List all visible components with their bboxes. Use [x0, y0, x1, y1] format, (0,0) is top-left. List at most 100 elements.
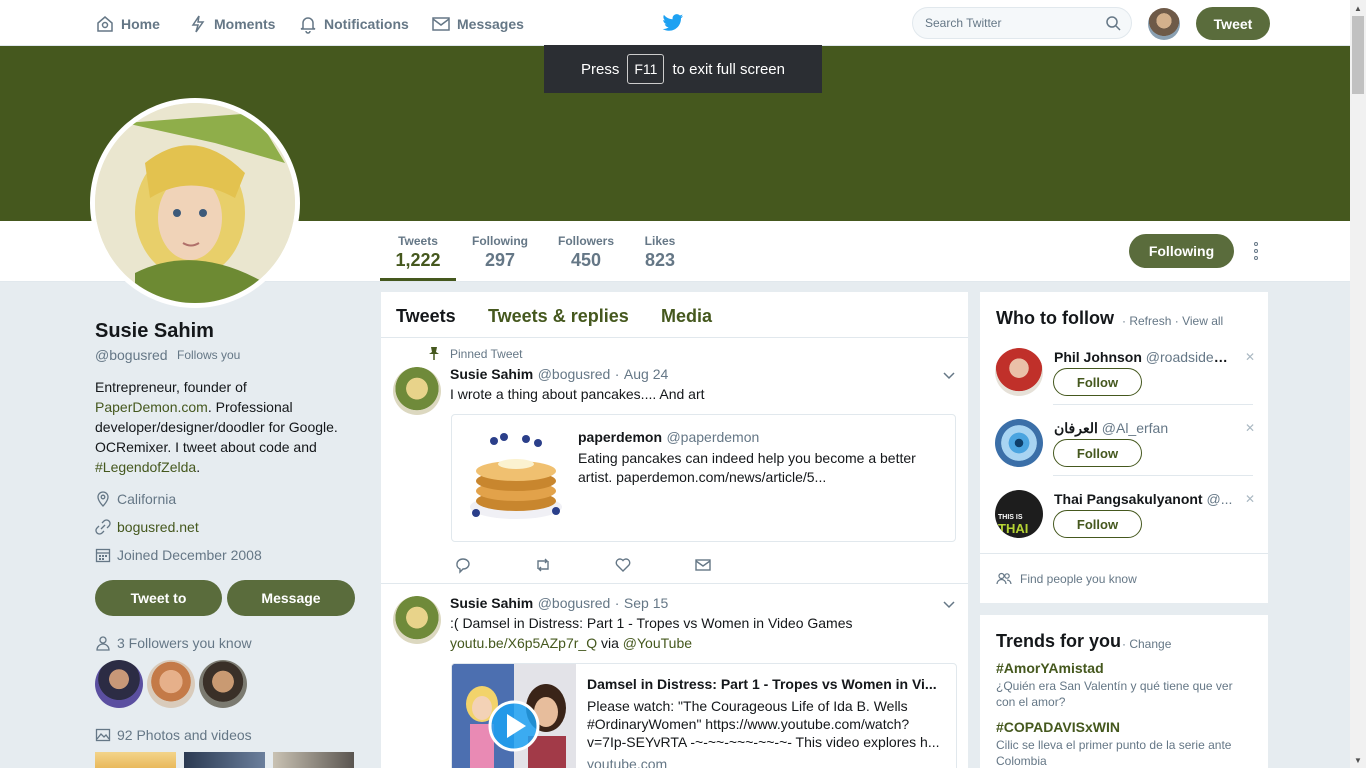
tweet-to-button[interactable]: Tweet to [95, 580, 222, 616]
tweet-date[interactable]: Aug 24 [624, 366, 668, 382]
link-card[interactable]: paperdemon @paperdemon Eating pancakes c… [451, 414, 956, 542]
scrollbar-thumb[interactable] [1352, 16, 1364, 94]
reply-icon[interactable] [454, 556, 472, 574]
trends-change-link[interactable]: Change [1129, 637, 1171, 651]
bio-text: . [196, 459, 201, 475]
suggested-user-avatar[interactable] [995, 348, 1043, 396]
trend-item[interactable]: #COPADAVISxWIN Cilic se lleva el primer … [996, 719, 1252, 768]
nav-messages[interactable]: Messages [431, 14, 524, 34]
profile-name[interactable]: Susie Sahim [95, 320, 214, 343]
refresh-link[interactable]: Refresh [1129, 314, 1171, 328]
message-button[interactable]: Message [227, 580, 355, 616]
profile-avatar[interactable] [90, 98, 300, 308]
media-thumbnail[interactable] [184, 752, 265, 768]
chevron-down-icon[interactable] [943, 601, 955, 609]
compose-tweet-button[interactable]: Tweet [1196, 7, 1270, 40]
scrollbar[interactable]: ▲ ▼ [1350, 0, 1366, 768]
stat-following[interactable]: Following 297 [464, 234, 536, 271]
nav-home[interactable]: Home [95, 14, 160, 34]
tweet-date[interactable]: Sep 15 [624, 595, 668, 611]
find-people-text: Find people you know [1020, 571, 1137, 586]
divider [1053, 404, 1253, 405]
bio-link-paperdemon[interactable]: PaperDemon.com [95, 399, 208, 415]
nav-notifications[interactable]: Notifications [298, 14, 409, 34]
home-icon [97, 16, 113, 32]
view-all-link[interactable]: View all [1182, 314, 1223, 328]
tweet-author-avatar[interactable] [393, 596, 441, 644]
suggested-user-avatar[interactable] [995, 419, 1043, 467]
suggested-user-name-line[interactable]: العرفان @Al_erfan [1054, 420, 1234, 437]
close-icon[interactable]: ✕ [1245, 421, 1255, 435]
profile-handle[interactable]: @bogusred [95, 347, 168, 363]
direct-message-icon[interactable] [694, 556, 712, 574]
follower-avatar[interactable] [147, 660, 195, 708]
media-thumbnail[interactable] [95, 752, 176, 768]
tab-media[interactable]: Media [661, 306, 712, 327]
follower-avatar[interactable] [95, 660, 143, 708]
who-to-follow-actions: · Refresh · View all [1122, 314, 1223, 328]
person-icon [96, 636, 110, 651]
top-navigation: Home Moments Notifications Messages Twee… [0, 0, 1350, 46]
tweet[interactable]: Susie Sahim @bogusred · Sep 15 :( Damsel… [381, 584, 968, 768]
search-input[interactable] [913, 8, 1093, 38]
card-text: Eating pancakes can indeed help you beco… [578, 450, 916, 485]
calendar-icon [95, 548, 111, 563]
video-card[interactable]: Damsel in Distress: Part 1 - Tropes vs W… [451, 663, 957, 768]
tweet-author-name[interactable]: Susie Sahim [450, 595, 533, 611]
follow-button[interactable]: Follow [1053, 510, 1142, 538]
suggested-user-avatar[interactable]: THIS IS THAI [995, 490, 1043, 538]
retweet-icon[interactable] [534, 556, 552, 574]
user-avatar[interactable] [1148, 8, 1180, 40]
location-text: California [117, 491, 177, 507]
suggested-user-name-line[interactable]: Phil Johnson @roadsidephil [1054, 349, 1234, 365]
media-thumbnail[interactable] [273, 752, 354, 768]
close-icon[interactable]: ✕ [1245, 350, 1255, 364]
tweet-author-avatar[interactable] [393, 367, 441, 415]
stat-likes[interactable]: Likes 823 [638, 234, 682, 271]
suggested-user-name: Thai Pangsakulyanont [1054, 491, 1203, 507]
following-button[interactable]: Following [1129, 234, 1234, 268]
followers-you-know[interactable]: 3 Followers you know [95, 635, 252, 651]
bio-hashtag-zelda[interactable]: #LegendofZelda [95, 459, 196, 475]
tweet[interactable]: Pinned Tweet Susie Sahim @bogusred · Aug… [381, 338, 968, 584]
stat-label: Tweets [398, 234, 438, 248]
close-icon[interactable]: ✕ [1245, 492, 1255, 506]
card-author-handle[interactable]: @paperdemon [666, 429, 759, 445]
photos-videos-link[interactable]: 92 Photos and videos [95, 727, 252, 743]
separator: · [1122, 637, 1126, 651]
chevron-down-icon[interactable] [943, 372, 955, 380]
scroll-down-arrow-icon[interactable]: ▼ [1350, 752, 1366, 768]
tab-tweets-replies[interactable]: Tweets & replies [488, 306, 629, 327]
tweet-author-name[interactable]: Susie Sahim [450, 366, 533, 382]
tweet-link[interactable]: youtu.be/X6p5AZp7r_Q [450, 635, 597, 651]
fullscreen-notice: Press F11 to exit full screen [544, 45, 822, 93]
heart-icon[interactable] [614, 556, 632, 574]
trend-item[interactable]: #AmorYAmistad ¿Quién era San Valentín y … [996, 660, 1252, 710]
suggested-user-name: العرفان [1054, 420, 1098, 436]
twitter-bird-icon[interactable] [662, 13, 684, 33]
video-card-domain: youtube.com [587, 756, 668, 768]
search-icon[interactable] [1105, 15, 1121, 31]
stat-followers[interactable]: Followers 450 [552, 234, 620, 271]
tweet-mention[interactable]: @YouTube [623, 635, 692, 651]
website-link[interactable]: bogusred.net [117, 519, 199, 535]
tab-tweets[interactable]: Tweets [396, 306, 456, 327]
card-author-name[interactable]: paperdemon [578, 429, 662, 445]
follow-button[interactable]: Follow [1053, 439, 1142, 467]
stat-tweets[interactable]: Tweets 1,222 [380, 234, 456, 271]
follower-avatar[interactable] [199, 660, 247, 708]
suggested-user-name-line[interactable]: Thai Pangsakulyanont @... [1054, 491, 1234, 507]
lightning-icon [191, 15, 205, 33]
more-options-icon[interactable] [1250, 242, 1262, 262]
scroll-up-arrow-icon[interactable]: ▲ [1350, 0, 1366, 16]
nav-moments[interactable]: Moments [188, 14, 275, 34]
people-icon [996, 572, 1012, 584]
nav-messages-label: Messages [457, 16, 524, 32]
tweet-author-handle[interactable]: @bogusred [538, 595, 611, 611]
follow-button[interactable]: Follow [1053, 368, 1142, 396]
follows-you-badge: Follows you [177, 348, 241, 362]
stat-label: Likes [644, 234, 676, 248]
followers-you-know-text: 3 Followers you know [117, 635, 252, 651]
find-people-link[interactable]: Find people you know [980, 553, 1268, 603]
tweet-author-handle[interactable]: @bogusred [538, 366, 611, 382]
